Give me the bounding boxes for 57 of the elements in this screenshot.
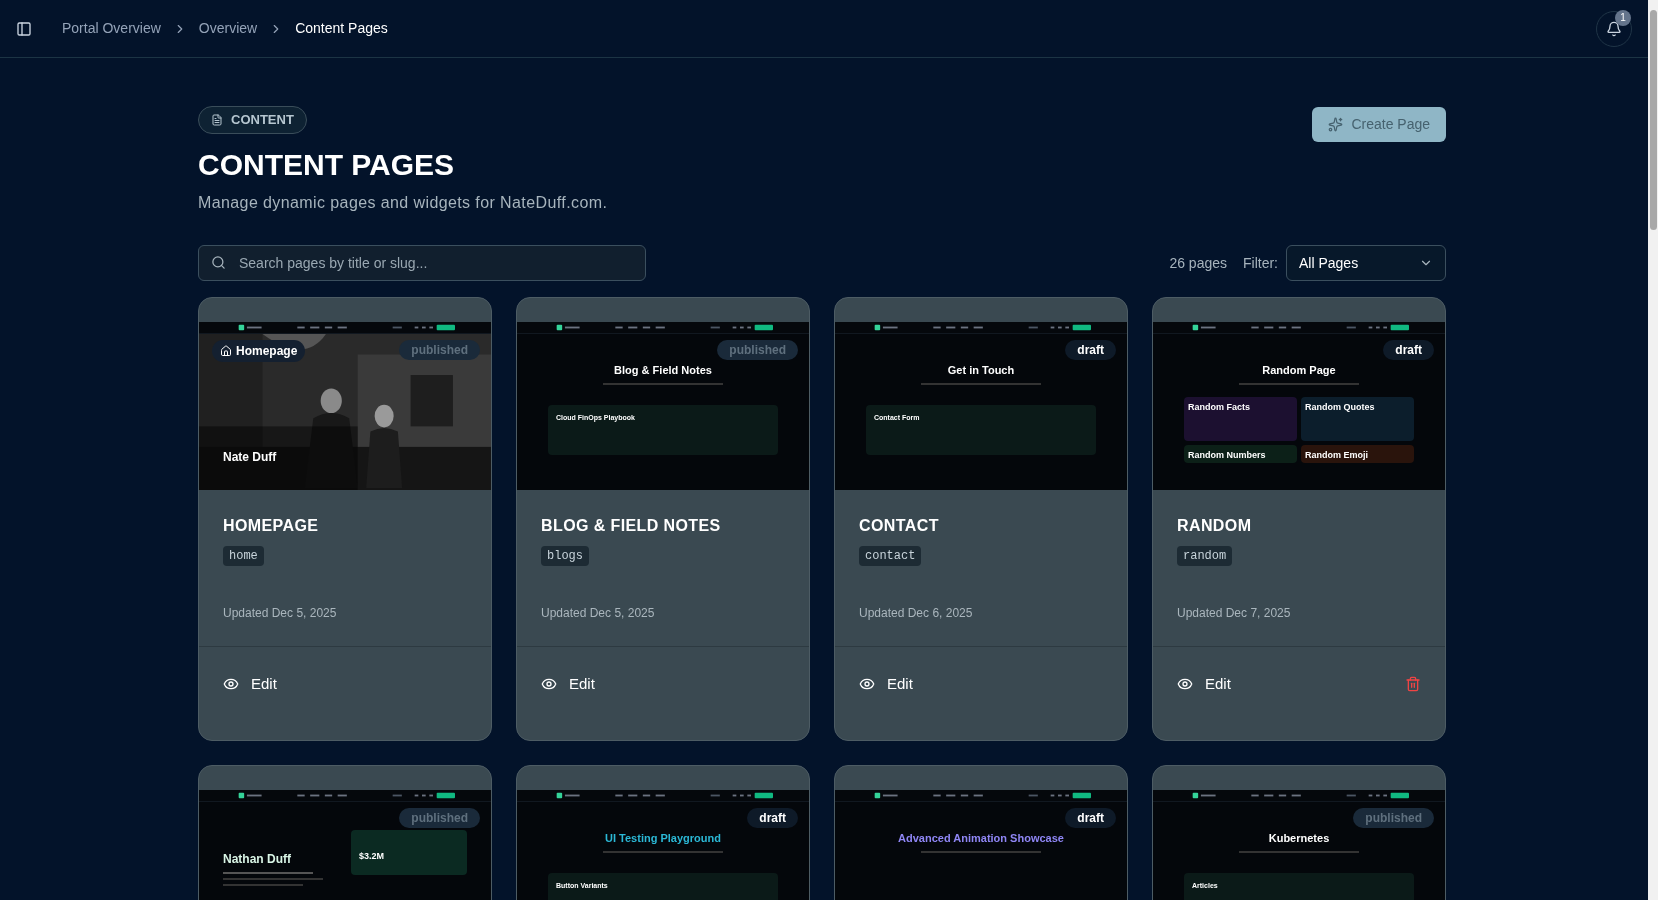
delete-icon[interactable] [1405, 676, 1421, 692]
thumbnail-heading: Random Page [1262, 363, 1336, 378]
page-count: 26 pages [1169, 253, 1227, 273]
filter-select[interactable]: All Pages [1286, 245, 1446, 281]
edit-button[interactable]: Edit [859, 673, 913, 696]
edit-button[interactable]: Edit [223, 673, 277, 696]
page-title: HOMEPAGE [223, 516, 320, 536]
thumbnail-heading: Get in Touch [947, 363, 1015, 378]
breadcrumb-link[interactable]: Content Pages [295, 18, 388, 39]
page-title: CONTENT PAGES [198, 146, 456, 183]
thumbnail-card: Random Facts [1184, 396, 1297, 441]
slug-tag: blogs [541, 546, 589, 566]
status-badge: draft [1065, 340, 1116, 360]
thumbnail-heading: UI Testing Playground [605, 831, 721, 846]
search-icon [211, 255, 226, 270]
status-badge: draft [747, 808, 798, 828]
stat-card: $3.2M [351, 830, 467, 875]
search-field[interactable]: Search pages by title or slug... [198, 245, 646, 281]
thumbnail-heading: Kubernetes [1268, 831, 1330, 846]
thumbnail-heading: Nathan Duff [223, 851, 292, 868]
thumbnail-card: Random Emoji [1301, 444, 1414, 463]
breadcrumb-link[interactable]: Overview [198, 18, 258, 39]
page-subtitle: Manage dynamic pages and widgets for NateDuff.com. [198, 193, 608, 213]
thumbnail-heading: Blog & Field Notes [614, 363, 712, 378]
document-icon [211, 113, 223, 126]
status-badge: published [399, 808, 480, 828]
edit-button[interactable]: Edit [1177, 673, 1231, 696]
section-badge: CONTENT [198, 106, 307, 134]
thumbnail-heading: Advanced Animation Showcase [898, 831, 1064, 846]
sidebar-toggle-icon[interactable] [16, 20, 32, 37]
status-badge: draft [1383, 340, 1434, 360]
slug-tag: contact [859, 546, 922, 566]
scrollbar[interactable] [1648, 0, 1658, 900]
status-badge: draft [1065, 808, 1116, 828]
updated-date: Updated Dec 7, 2025 [1177, 605, 1292, 622]
thumbnail-heading: Nate Duff [223, 449, 278, 466]
status-badge: published [717, 340, 798, 360]
bell-icon [1606, 20, 1622, 37]
status-badge: published [1353, 808, 1434, 828]
slug-tag: home [223, 546, 264, 566]
thumbnail-card: Random Quotes [1301, 396, 1414, 441]
edit-button[interactable]: Edit [541, 673, 595, 696]
breadcrumb-link[interactable]: Portal Overview [62, 18, 161, 39]
updated-date: Updated Dec 5, 2025 [223, 605, 338, 622]
status-badge: published [399, 340, 480, 360]
page-title: BLOG & FIELD NOTES [541, 516, 722, 536]
page-title: CONTACT [859, 516, 940, 536]
thumbnail-card: Random Numbers [1184, 444, 1297, 463]
homepage-badge: Homepage [212, 340, 306, 362]
updated-date: Updated Dec 6, 2025 [859, 605, 974, 622]
home-icon [220, 345, 232, 357]
slug-tag: random [1177, 546, 1233, 566]
updated-date: Updated Dec 5, 2025 [541, 605, 656, 622]
sparkles-icon [1328, 117, 1344, 132]
page-title: RANDOM [1177, 516, 1253, 536]
filter-label: Filter: [1243, 253, 1278, 273]
notification-count: 1 [1615, 9, 1631, 26]
